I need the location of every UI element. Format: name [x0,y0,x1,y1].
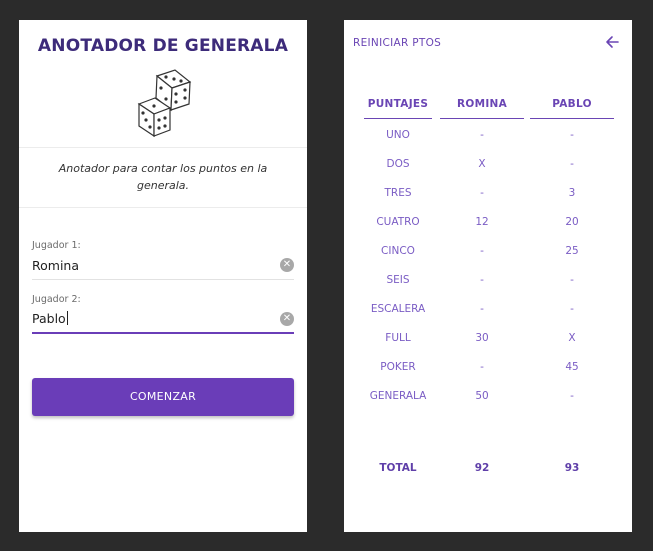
setup-screen: ANOTADOR DE GENERALA Anotador para conta… [19,20,307,532]
score-player1[interactable]: - [440,125,524,145]
score-player1[interactable]: - [440,357,524,377]
score-player1[interactable]: - [440,299,524,319]
player2-value: Pablo [32,311,66,326]
score-row: TRES -3 [362,183,614,203]
score-row: CINCO -25 [362,241,614,261]
score-category: TRES [384,187,412,199]
score-row: DOS X - [362,154,614,174]
score-category: DOS [386,158,410,170]
total-label: TOTAL [379,462,417,474]
score-player2[interactable]: 3 [530,183,614,203]
reset-scores-button[interactable]: REINICIAR PTOS [353,37,441,49]
text-cursor [66,311,68,325]
total-player2: 93 [564,462,580,474]
score-row: POKER -45 [362,357,614,377]
score-player1[interactable]: 30 [440,328,524,348]
scoreboard-screen: REINICIAR PTOS PUNTAJES ROMINA PABLO UNO… [344,20,632,532]
clear-player1-button[interactable]: ✕ [280,258,294,272]
header-player1: ROMINA [440,92,524,119]
player2-label: Jugador 2: [32,294,81,305]
dice-icon [135,68,195,138]
score-player2[interactable]: 25 [530,241,614,261]
score-player2[interactable]: X [530,328,614,348]
player1-label: Jugador 1: [32,240,81,251]
header-player2: PABLO [530,92,614,119]
score-player2[interactable]: - [530,125,614,145]
score-category: GENERALA [369,390,427,402]
score-category: SEIS [386,274,410,286]
start-button[interactable]: COMENZAR [32,378,294,416]
score-category: CUATRO [376,216,420,228]
score-row: UNO - - [362,125,614,145]
score-player1[interactable]: X [440,154,524,174]
score-player2[interactable]: - [530,386,614,406]
score-row: CUATRO 12 20 [362,212,614,232]
player1-value: Romina [32,258,80,273]
divider [19,207,307,208]
score-player2[interactable]: - [530,299,614,319]
score-player2[interactable]: 45 [530,357,614,377]
arrow-left-icon[interactable] [604,34,620,50]
player2-underline-focused [32,332,294,334]
score-player2[interactable]: - [530,154,614,174]
score-player1[interactable]: - [440,270,524,290]
score-row: SEIS - - [362,270,614,290]
score-row: GENERALA 50- [362,386,614,406]
score-player2[interactable]: - [530,270,614,290]
app-description: Anotador para contar los puntos en la ge… [58,162,268,192]
player1-input[interactable]: Romina [32,258,79,273]
total-player1: 92 [474,462,490,474]
score-player1[interactable]: - [440,241,524,261]
divider [19,147,307,148]
score-category: CINCO [381,245,415,257]
score-category: ESCALERA [370,303,426,315]
header-puntajes: PUNTAJES [364,92,432,119]
score-row: ESCALERA - - [362,299,614,319]
app-title: ANOTADOR DE GENERALA [37,36,289,56]
player2-input[interactable]: Pablo [32,311,68,326]
score-player1[interactable]: 50 [440,386,524,406]
score-player1[interactable]: - [440,183,524,203]
score-category: UNO [386,129,410,141]
player1-underline [32,279,294,280]
clear-player2-button[interactable]: ✕ [280,312,294,326]
score-player2[interactable]: 20 [530,212,614,232]
score-category: POKER [380,361,416,373]
score-category: FULL [385,332,411,344]
score-row: FULL 30 X [362,328,614,348]
score-player1[interactable]: 12 [440,212,524,232]
total-row: TOTAL 92 93 [362,458,614,478]
